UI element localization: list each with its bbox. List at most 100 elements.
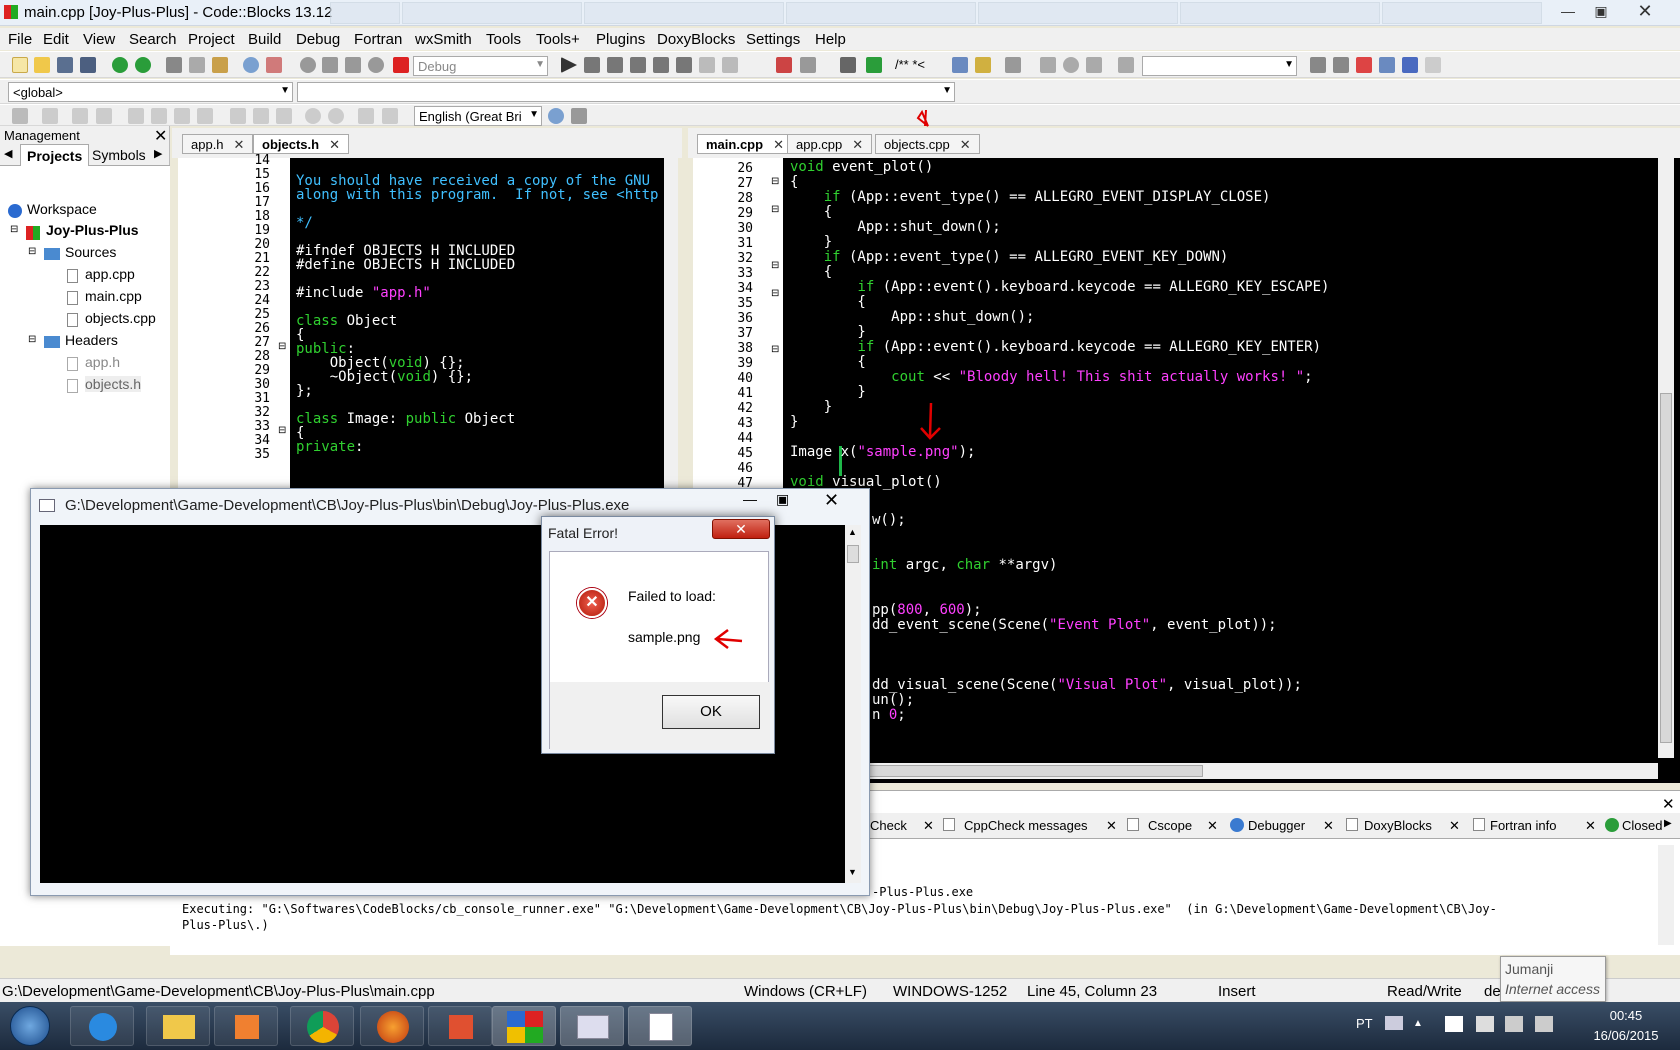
debug-continue-icon[interactable] bbox=[561, 57, 577, 73]
logs-tab-closed[interactable]: Closed bbox=[1622, 818, 1662, 833]
logs-tab-debugger[interactable]: Debugger bbox=[1248, 818, 1305, 833]
network-icon[interactable] bbox=[1505, 1016, 1523, 1032]
chevron-down-icon[interactable]: ▼ bbox=[848, 867, 857, 877]
build-target-select[interactable]: Debug ▼ bbox=[413, 56, 548, 76]
menu-doxyblocks[interactable]: DoxyBlocks bbox=[657, 31, 735, 48]
language-indicator[interactable]: PT bbox=[1356, 1016, 1373, 1031]
align-icon[interactable] bbox=[276, 108, 292, 124]
tree-file[interactable]: app.cpp bbox=[85, 266, 135, 282]
chevron-right-icon[interactable]: ▶ bbox=[1664, 818, 1672, 829]
collapse-icon[interactable]: ⊟ bbox=[10, 224, 18, 235]
scrollbar-thumb[interactable] bbox=[823, 765, 1203, 777]
close-icon[interactable]: ✕ bbox=[1207, 818, 1218, 834]
save-icon[interactable] bbox=[57, 57, 73, 73]
layout-icon[interactable] bbox=[174, 108, 190, 124]
menu-edit[interactable]: Edit bbox=[43, 31, 69, 48]
close-icon[interactable]: ✕ bbox=[1106, 818, 1117, 834]
console-task-icon[interactable] bbox=[560, 1006, 624, 1046]
close-icon[interactable]: ✕ bbox=[154, 126, 167, 146]
rebuild-icon[interactable] bbox=[368, 57, 384, 73]
tab-objects-cpp[interactable]: objects.cpp ✕ bbox=[875, 134, 980, 154]
build-run-icon[interactable] bbox=[345, 57, 361, 73]
highlight-icon[interactable] bbox=[1356, 57, 1372, 73]
forward-icon[interactable] bbox=[1333, 57, 1349, 73]
pointer-icon[interactable] bbox=[12, 108, 28, 124]
menu-build[interactable]: Build bbox=[248, 31, 281, 48]
close-icon[interactable]: ✕ bbox=[923, 818, 934, 834]
step-into-icon[interactable] bbox=[630, 57, 646, 73]
next-instruction-icon[interactable] bbox=[676, 57, 692, 73]
logs-tab-cppcheck[interactable]: CppCheck messages bbox=[964, 818, 1088, 833]
build-gear-icon[interactable] bbox=[300, 57, 316, 73]
tool-icon[interactable] bbox=[1425, 57, 1441, 73]
tree-project[interactable]: Joy-Plus-Plus bbox=[46, 222, 139, 238]
menu-plugins[interactable]: Plugins bbox=[596, 31, 645, 48]
scope-select[interactable]: <global> ▼ bbox=[8, 82, 293, 102]
ok-button[interactable]: OK bbox=[662, 695, 760, 729]
chevron-right-icon[interactable]: ▶ bbox=[154, 147, 162, 160]
fold-icon[interactable]: ⊟ bbox=[771, 288, 779, 299]
tab-projects[interactable]: Projects bbox=[20, 144, 90, 166]
next-line-icon[interactable] bbox=[607, 57, 623, 73]
copy-icon[interactable] bbox=[189, 57, 205, 73]
tab-main-cpp[interactable]: main.cpp ✕ bbox=[697, 134, 793, 154]
menu-debug[interactable]: Debug bbox=[296, 31, 340, 48]
close-icon[interactable]: ✕ bbox=[960, 137, 971, 152]
fold-icon[interactable]: ⊟ bbox=[278, 425, 286, 436]
tree-workspace[interactable]: Workspace bbox=[27, 201, 97, 217]
prev-bookmark-icon[interactable] bbox=[1040, 57, 1056, 73]
vertical-scrollbar[interactable] bbox=[1658, 845, 1674, 945]
tab-app-h[interactable]: app.h ✕ bbox=[182, 134, 254, 154]
font-icon[interactable] bbox=[1402, 57, 1418, 73]
layout-icon[interactable] bbox=[197, 108, 213, 124]
redo-icon[interactable] bbox=[135, 57, 151, 73]
align-icon[interactable] bbox=[230, 108, 246, 124]
menu-settings[interactable]: Settings bbox=[746, 31, 800, 48]
close-button[interactable]: ✕ bbox=[1630, 0, 1660, 22]
logs-tab-fortran-info[interactable]: Fortran info bbox=[1490, 818, 1556, 833]
menu-project[interactable]: Project bbox=[188, 31, 235, 48]
abort-icon[interactable] bbox=[393, 57, 409, 73]
tree-file[interactable]: app.h bbox=[85, 354, 120, 370]
vertical-scrollbar[interactable]: ▲ ▼ bbox=[845, 525, 861, 883]
volume-icon[interactable] bbox=[1535, 1016, 1553, 1032]
tree-file[interactable]: main.cpp bbox=[85, 288, 142, 304]
calculator-icon[interactable] bbox=[428, 1006, 492, 1046]
vertical-scrollbar[interactable] bbox=[664, 158, 678, 488]
box-icon[interactable] bbox=[72, 108, 88, 124]
clock-date[interactable]: 16/06/2015 bbox=[1586, 1028, 1666, 1043]
close-icon[interactable]: ✕ bbox=[1585, 818, 1596, 834]
tree-file[interactable]: objects.h bbox=[85, 376, 142, 392]
tab-symbols[interactable]: Symbols bbox=[92, 147, 146, 163]
toggle-bookmark-icon[interactable] bbox=[1063, 57, 1079, 73]
chevron-up-icon[interactable]: ▲ bbox=[848, 527, 857, 537]
stop-debug-icon[interactable] bbox=[722, 57, 738, 73]
tree-sources[interactable]: Sources bbox=[65, 244, 116, 260]
close-icon[interactable]: ✕ bbox=[1323, 818, 1334, 834]
menu-search[interactable]: Search bbox=[129, 31, 177, 48]
pause-icon[interactable] bbox=[699, 57, 715, 73]
tree-file[interactable]: objects.cpp bbox=[85, 310, 156, 326]
fold-icon[interactable]: ⊟ bbox=[278, 341, 286, 352]
close-icon[interactable]: ✕ bbox=[1662, 795, 1675, 813]
scrollbar-thumb[interactable] bbox=[847, 545, 859, 563]
language-select[interactable]: English (Great Bri ▼ bbox=[414, 106, 542, 126]
explorer-icon[interactable] bbox=[146, 1006, 210, 1046]
spell-settings-icon[interactable] bbox=[571, 108, 587, 124]
info-icon[interactable] bbox=[800, 57, 816, 73]
select-icon[interactable] bbox=[1379, 57, 1395, 73]
debug-window-icon[interactable] bbox=[776, 57, 792, 73]
close-icon[interactable]: ✕ bbox=[1449, 818, 1460, 834]
media-player-icon[interactable] bbox=[214, 1006, 278, 1046]
collapse-icon[interactable]: ⊟ bbox=[28, 246, 36, 257]
chm-icon[interactable] bbox=[952, 57, 968, 73]
logs-tab-cscope[interactable]: Cscope bbox=[1148, 818, 1192, 833]
step-out-icon[interactable] bbox=[653, 57, 669, 73]
doxy-run-icon[interactable] bbox=[866, 57, 882, 73]
refresh-icon[interactable] bbox=[382, 108, 398, 124]
menu-file[interactable]: File bbox=[8, 31, 32, 48]
clear-icon[interactable] bbox=[1118, 57, 1134, 73]
scrollbar-thumb[interactable] bbox=[1660, 393, 1672, 743]
minimize-button[interactable]: — bbox=[743, 491, 757, 507]
back-icon[interactable] bbox=[1310, 57, 1326, 73]
